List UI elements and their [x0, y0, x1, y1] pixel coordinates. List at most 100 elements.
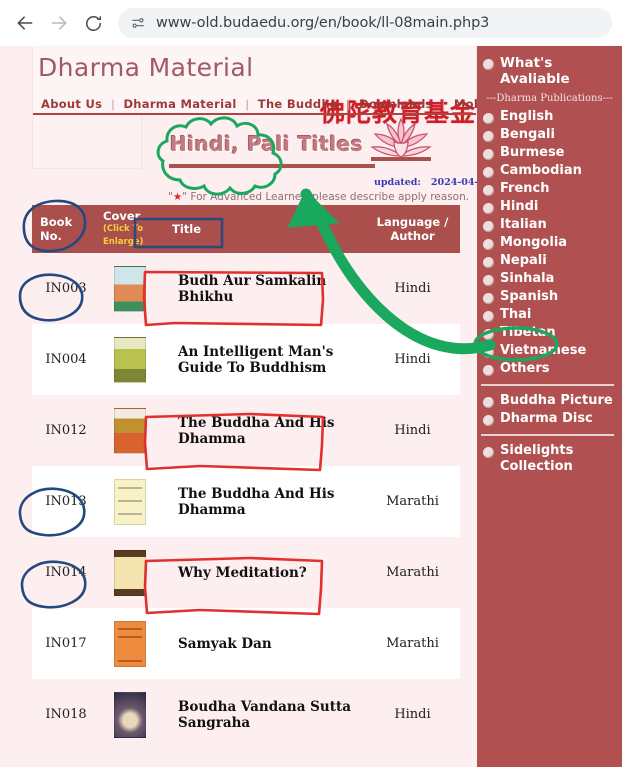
sidebar-section-label: ---Dharma Publications---	[486, 93, 613, 104]
nav-separator: |	[441, 97, 445, 111]
radio-bullet-icon[interactable]	[483, 347, 494, 358]
page-viewport: Dharma Material 佛陀教育基金會 About Us | Dharm…	[0, 46, 622, 767]
sidebar-item-sinhala[interactable]: Sinhala	[477, 270, 622, 288]
radio-bullet-icon[interactable]	[483, 311, 494, 322]
sidebar-item-mongolia[interactable]: Mongolia	[477, 234, 622, 252]
forward-button[interactable]	[44, 8, 74, 38]
column-header-book-no-line2: No.	[40, 229, 62, 243]
sidebar-item-nepali[interactable]: Nepali	[477, 252, 622, 270]
radio-bullet-icon[interactable]	[483, 167, 494, 178]
cover-thumbnail-in013[interactable]	[114, 478, 146, 525]
cell-cover[interactable]	[100, 336, 160, 383]
sidebar-item-tibetan[interactable]: Tibetan	[477, 324, 622, 342]
sidebar-item-english[interactable]: English	[477, 108, 622, 126]
cell-title[interactable]: Why Meditation?	[160, 565, 365, 581]
table-row[interactable]: IN014 Why Meditation? Marathi	[32, 537, 460, 608]
nav-item-downloads[interactable]: Downloads	[359, 97, 433, 111]
sidebar-item-sidelights-collection[interactable]: Sidelights Collection	[477, 442, 622, 476]
sidebar-item-label: Mongolia	[500, 235, 568, 250]
cover-thumbnail-in014[interactable]	[114, 549, 146, 596]
radio-bullet-icon[interactable]	[483, 149, 494, 160]
nav-item-dharma-material[interactable]: Dharma Material	[123, 97, 236, 111]
table-row[interactable]: IN018 Boudha Vandana Sutta Sangraha Hind…	[32, 679, 460, 750]
sidebar-item-bengali[interactable]: Bengali	[477, 126, 622, 144]
radio-bullet-icon[interactable]	[483, 131, 494, 142]
nav-item-about-us[interactable]: About Us	[41, 97, 102, 111]
reload-button[interactable]	[78, 8, 108, 38]
updated-timestamp: updated: 2024-04-22	[374, 177, 492, 188]
cell-cover[interactable]	[100, 549, 160, 596]
radio-bullet-icon[interactable]	[483, 275, 494, 286]
cell-title[interactable]: The Buddha And His Dhamma	[160, 415, 365, 447]
sidebar-item-label: Cambodian	[500, 163, 582, 178]
cell-cover[interactable]	[100, 691, 160, 738]
cover-thumbnail-in004[interactable]	[114, 336, 146, 383]
radio-bullet-icon[interactable]	[483, 293, 494, 304]
cell-cover[interactable]	[100, 620, 160, 667]
column-header-cover: Cover (Click To Enlarge)	[100, 209, 172, 249]
cell-cover[interactable]	[100, 265, 160, 312]
sidebar-item-vietnamese[interactable]: Vietnamese	[477, 342, 622, 360]
cell-language: Marathi	[386, 636, 439, 651]
sidebar-item-label: Sinhala	[500, 271, 555, 286]
cell-cover[interactable]	[100, 478, 160, 525]
radio-bullet-icon[interactable]	[483, 329, 494, 340]
sidebar-item-cambodian[interactable]: Cambodian	[477, 162, 622, 180]
cell-title[interactable]: An Intelligent Man's Guide To Buddhism	[160, 344, 365, 376]
sidebar-item-dharma-disc[interactable]: Dharma Disc	[477, 410, 622, 428]
table-row[interactable]: IN003 Budh Aur Samkalin Bhikhu Hindi	[32, 253, 460, 324]
cell-title[interactable]: The Buddha And His Dhamma	[160, 486, 365, 518]
nav-item-the-buddha[interactable]: The Buddha	[258, 97, 338, 111]
banner-underline	[169, 164, 375, 168]
radio-bullet-icon[interactable]	[483, 59, 494, 70]
sidebar-item-burmese[interactable]: Burmese	[477, 144, 622, 162]
sidebar-item-others[interactable]: Others	[477, 360, 622, 378]
sidebar-item-label: Dharma Disc	[500, 411, 593, 426]
table-row[interactable]: IN017 Samyak Dan Marathi	[32, 608, 460, 679]
sidebar-item-label: What's Avaliable	[500, 55, 570, 87]
column-header-cover-hint1: (Click To	[103, 223, 144, 234]
sidebar-item-italian[interactable]: Italian	[477, 216, 622, 234]
table-row[interactable]: IN013 The Buddha And His Dhamma Marathi	[32, 466, 460, 537]
table-row[interactable]: IN004 An Intelligent Man's Guide To Budd…	[32, 324, 460, 395]
sidebar-item-thai[interactable]: Thai	[477, 306, 622, 324]
cell-book-no: IN018	[45, 707, 87, 722]
sidebar-item-buddha-picture[interactable]: Buddha Picture	[477, 392, 622, 410]
back-button[interactable]	[10, 8, 40, 38]
cell-cover[interactable]	[100, 407, 160, 454]
site-settings-icon[interactable]	[130, 15, 146, 31]
cell-book-no: IN014	[45, 565, 87, 580]
radio-bullet-icon[interactable]	[483, 365, 494, 376]
sidebar-item-spanish[interactable]: Spanish	[477, 288, 622, 306]
url-text: www-old.budaedu.org/en/book/ll-08main.ph…	[156, 15, 490, 31]
cell-title[interactable]: Samyak Dan	[160, 636, 365, 652]
radio-bullet-icon[interactable]	[483, 113, 494, 124]
column-header-book-no-line1: Book	[40, 215, 73, 229]
radio-bullet-icon[interactable]	[483, 257, 494, 268]
radio-bullet-icon[interactable]	[483, 185, 494, 196]
cover-thumbnail-in018[interactable]	[114, 691, 146, 738]
main-content: Dharma Material 佛陀教育基金會 About Us | Dharm…	[0, 46, 524, 767]
cell-title[interactable]: Budh Aur Samkalin Bhikhu	[160, 273, 365, 305]
nav-separator: |	[111, 97, 115, 111]
sidebar-item-french[interactable]: French	[477, 180, 622, 198]
table-header-row: Book No. Cover (Click To Enlarge) Title …	[32, 205, 460, 253]
star-icon: ★	[172, 191, 183, 203]
sidebar-item-hindi[interactable]: Hindi	[477, 198, 622, 216]
radio-bullet-icon[interactable]	[483, 203, 494, 214]
table-row[interactable]: IN012 The Buddha And His Dhamma Hindi	[32, 395, 460, 466]
cell-title[interactable]: Boudha Vandana Sutta Sangraha	[160, 699, 365, 731]
sidebar-item-label: Nepali	[500, 253, 547, 268]
radio-bullet-icon[interactable]	[483, 447, 494, 458]
sidebar-item-label: Tibetan	[500, 325, 556, 340]
cover-thumbnail-in012[interactable]	[114, 407, 146, 454]
radio-bullet-icon[interactable]	[483, 239, 494, 250]
nav-separator: |	[245, 97, 249, 111]
sidebar-item-whats-available[interactable]: What's Avaliable	[477, 54, 622, 88]
radio-bullet-icon[interactable]	[483, 221, 494, 232]
cover-thumbnail-in017[interactable]	[114, 620, 146, 667]
cover-thumbnail-in003[interactable]	[114, 265, 146, 312]
radio-bullet-icon[interactable]	[483, 397, 494, 408]
radio-bullet-icon[interactable]	[483, 415, 494, 426]
address-bar[interactable]: www-old.budaedu.org/en/book/ll-08main.ph…	[118, 8, 612, 38]
